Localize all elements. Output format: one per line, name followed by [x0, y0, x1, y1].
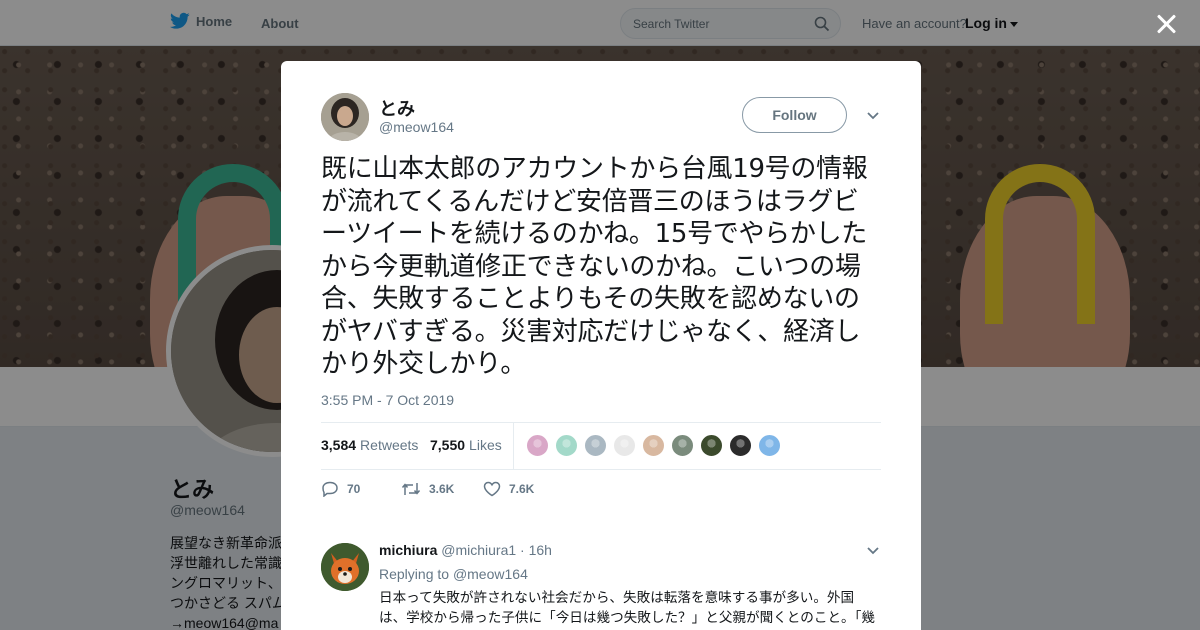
- likes-label: Likes: [469, 437, 502, 453]
- replying-to-mention[interactable]: @meow164: [453, 566, 528, 582]
- retweeter-avatar[interactable]: [642, 434, 665, 457]
- retweet-action[interactable]: 3.6K: [401, 481, 454, 497]
- replying-to-line: Replying to @meow164: [379, 566, 528, 582]
- reply-header: michiura @michiura1 · 16h: [379, 542, 552, 558]
- follow-button[interactable]: Follow: [742, 97, 847, 133]
- reply-text: 日本って失敗が許されない社会だから、失敗は転落を意味する事が多い。外国は、学校か…: [379, 590, 876, 626]
- reply-author-handle[interactable]: @michiura1: [441, 542, 516, 558]
- retweeter-avatar[interactable]: [758, 434, 781, 457]
- retweeter-avatar[interactable]: [700, 434, 723, 457]
- reply-chevron-down-icon[interactable]: [866, 544, 880, 558]
- tweet-stats: 3,584 Retweets 7,550 Likes: [321, 422, 881, 470]
- likes-count: 7,550: [430, 437, 466, 453]
- retweeter-avatar[interactable]: [671, 434, 694, 457]
- tweet-permalink-modal: とみ @meow164 Follow 既に山本太郎のアカウントから台風19号の情…: [281, 61, 921, 630]
- tweet-author-avatar[interactable]: [321, 93, 369, 141]
- retweeter-avatar[interactable]: [613, 434, 636, 457]
- reply-section-separator: [281, 517, 921, 527]
- fox-avatar-image: [321, 543, 369, 591]
- tweet-text: 既に山本太郎のアカウントから台風19号の情報が流れてくるんだけど安倍晋三のほうは…: [321, 154, 868, 379]
- replying-to-label: Replying to: [379, 566, 450, 582]
- retweeter-avatar[interactable]: [555, 434, 578, 457]
- tweet-timestamp[interactable]: 3:55 PM - 7 Oct 2019: [321, 392, 454, 408]
- heart-icon: [483, 481, 501, 497]
- likes-stat[interactable]: 7,550 Likes: [430, 437, 502, 453]
- tweet-author-handle[interactable]: @meow164: [379, 119, 454, 135]
- reply-count: 70: [347, 482, 361, 496]
- retweeter-avatars: [526, 434, 781, 457]
- tweet-author-avatar-image: [321, 93, 369, 141]
- like-count: 7.6K: [509, 482, 535, 496]
- like-action[interactable]: 7.6K: [483, 481, 534, 497]
- retweeter-avatar[interactable]: [729, 434, 752, 457]
- retweets-label: Retweets: [360, 437, 419, 453]
- retweet-icon: [401, 483, 421, 495]
- retweets-stat[interactable]: 3,584 Retweets: [321, 437, 418, 453]
- close-icon[interactable]: [1156, 14, 1176, 34]
- reply-icon: [322, 481, 338, 497]
- reply-time[interactable]: 16h: [529, 542, 552, 558]
- retweeter-avatar[interactable]: [584, 434, 607, 457]
- reply-author-name[interactable]: michiura: [379, 542, 437, 558]
- stats-divider: [513, 423, 514, 469]
- retweet-count: 3.6K: [429, 482, 455, 496]
- tweet-author-name[interactable]: とみ: [379, 95, 415, 121]
- reply-separator: ·: [520, 542, 525, 558]
- retweets-count: 3,584: [321, 437, 357, 453]
- reply-author-avatar[interactable]: [321, 543, 369, 591]
- chevron-down-icon[interactable]: [866, 109, 880, 123]
- reply-action[interactable]: 70: [321, 481, 360, 497]
- retweeter-avatar[interactable]: [526, 434, 549, 457]
